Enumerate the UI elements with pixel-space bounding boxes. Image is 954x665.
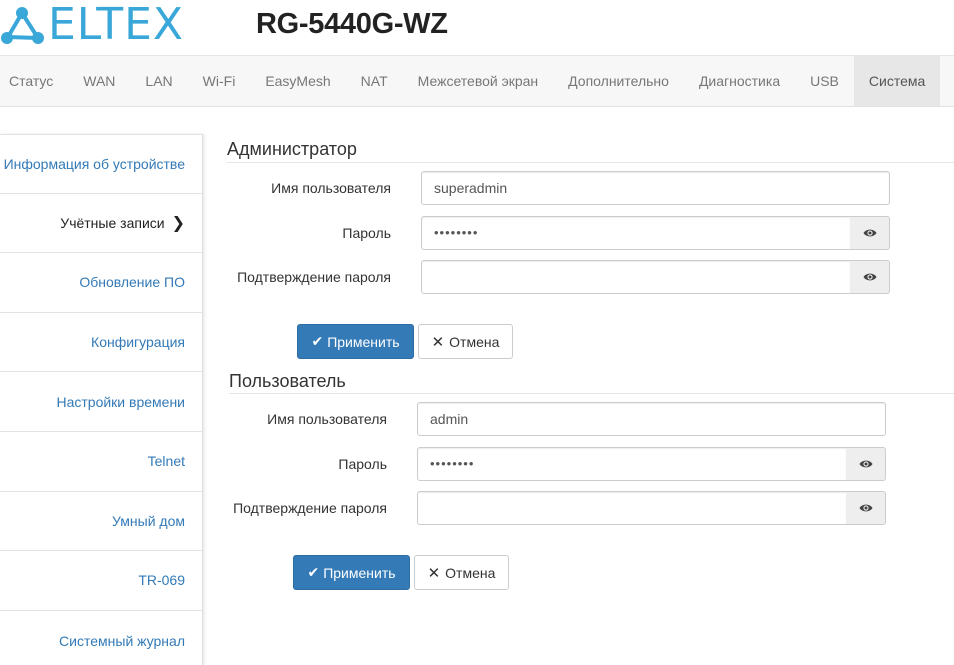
user-username-label: Имя пользователя — [267, 411, 387, 427]
user-section-title: Пользователь — [229, 371, 346, 391]
sidebar-item-time-settings[interactable]: Настройки времени — [0, 372, 202, 432]
admin-cancel-button[interactable]: ✕ Отмена — [418, 324, 513, 359]
nav-usb[interactable]: USB — [795, 56, 854, 106]
logo-network-icon — [1, 7, 44, 44]
nav-wifi[interactable]: Wi-Fi — [188, 56, 251, 106]
eye-icon — [859, 460, 872, 468]
device-model: RG-5440G-WZ — [256, 8, 448, 40]
admin-password-input[interactable]: •••••••• — [421, 216, 851, 250]
user-confirm-eye-button[interactable] — [846, 491, 886, 525]
admin-section-divider — [227, 162, 954, 163]
close-icon: ✕ — [427, 564, 441, 582]
sidebar-item-system-log[interactable]: Системный журнал — [0, 611, 202, 665]
user-cancel-button[interactable]: ✕ Отмена — [414, 555, 509, 590]
close-icon: ✕ — [431, 333, 445, 351]
admin-apply-label: Применить — [327, 333, 400, 350]
admin-confirm-label: Подтверждение пароля — [237, 269, 391, 285]
sidebar: Информация об устройстве Учётные записи ❯… — [0, 134, 203, 665]
user-password-input[interactable]: •••••••• — [417, 447, 847, 481]
check-icon: ✔ — [307, 564, 320, 580]
user-password-label: Пароль — [338, 456, 387, 472]
sidebar-item-label: Умный дом — [112, 512, 185, 529]
user-cancel-label: Отмена — [445, 564, 496, 581]
chevron-right-icon: ❯ — [171, 214, 185, 232]
eye-icon — [863, 229, 876, 237]
admin-username-label: Имя пользователя — [271, 180, 391, 196]
admin-password-eye-button[interactable] — [850, 216, 890, 250]
admin-confirm-input[interactable] — [421, 260, 851, 294]
sidebar-item-tr069[interactable]: TR-069 — [0, 551, 202, 611]
user-section-divider — [229, 393, 954, 394]
check-icon: ✔ — [311, 333, 324, 349]
eye-icon — [859, 504, 872, 512]
nav-system[interactable]: Система — [853, 56, 941, 106]
header: ELTEX RG-5440G-WZ — [0, 0, 954, 55]
sidebar-item-label: Обновление ПО — [79, 274, 185, 291]
sidebar-item-label: TR-069 — [138, 572, 185, 589]
sidebar-item-label: Конфигурация — [91, 334, 185, 351]
user-password-eye-button[interactable] — [846, 447, 886, 481]
eltex-logo[interactable]: ELTEX — [0, 0, 185, 50]
sidebar-item-label: Telnet — [147, 453, 185, 470]
sidebar-item-label: Учётные записи — [60, 214, 165, 231]
admin-username-input[interactable]: superadmin — [421, 171, 890, 205]
logo-text: ELTEX — [48, 0, 185, 50]
admin-section-title: Администратор — [227, 139, 357, 159]
user-confirm-input[interactable] — [417, 491, 847, 525]
nav-diagnostics[interactable]: Диагностика — [684, 56, 795, 106]
sidebar-item-telnet[interactable]: Telnet — [0, 432, 202, 492]
eye-icon — [863, 273, 876, 281]
user-username-input[interactable]: admin — [417, 402, 886, 436]
admin-password-label: Пароль — [342, 225, 391, 241]
sidebar-item-smart-home[interactable]: Умный дом — [0, 492, 202, 552]
sidebar-item-configuration[interactable]: Конфигурация — [0, 313, 202, 373]
nav-lan[interactable]: LAN — [130, 56, 187, 106]
admin-cancel-label: Отмена — [449, 333, 500, 350]
nav-firewall[interactable]: Межсетевой экран — [403, 56, 554, 106]
sidebar-item-label: Системный журнал — [59, 632, 185, 649]
nav-advanced[interactable]: Дополнительно — [553, 56, 684, 106]
user-confirm-label: Подтверждение пароля — [233, 500, 387, 516]
admin-apply-button[interactable]: ✔ Применить — [297, 324, 414, 359]
sidebar-item-label: Настройки времени — [56, 393, 185, 410]
admin-confirm-eye-button[interactable] — [850, 260, 890, 294]
nav-easymesh[interactable]: EasyMesh — [250, 56, 345, 106]
sidebar-item-device-info[interactable]: Информация об устройстве — [0, 134, 202, 194]
user-apply-label: Применить — [323, 564, 396, 581]
top-navigation: Статус WAN LAN Wi-Fi EasyMesh NAT Межсет… — [0, 55, 954, 107]
user-apply-button[interactable]: ✔ Применить — [293, 555, 410, 590]
sidebar-item-label: Информация об устройстве — [3, 155, 185, 172]
sidebar-item-firmware-update[interactable]: Обновление ПО — [0, 253, 202, 313]
nav-wan[interactable]: WAN — [68, 56, 130, 106]
nav-nat[interactable]: NAT — [346, 56, 403, 106]
sidebar-item-accounts[interactable]: Учётные записи ❯ — [0, 194, 202, 254]
nav-status[interactable]: Статус — [0, 56, 68, 106]
